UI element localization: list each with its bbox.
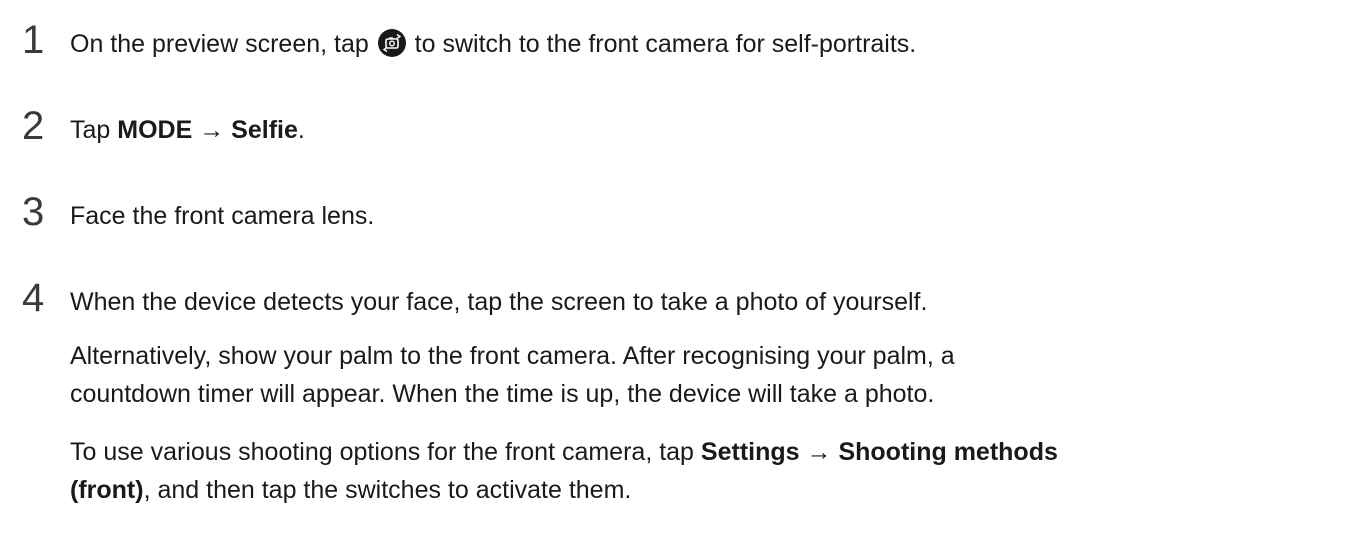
front-label: (front) — [70, 476, 144, 504]
paragraph-settings-line-2: (front), and then tap the switches to ac… — [70, 472, 631, 508]
step-text: When the device detects your face, tap t… — [70, 288, 928, 316]
paragraph-settings-line-1: To use various shooting options for the … — [70, 434, 1058, 470]
arrow: → — [192, 116, 232, 144]
manual-page: 1 On the preview screen, tap to switch t… — [0, 0, 1364, 556]
selfie-label: Selfie — [231, 116, 298, 144]
step-text: Face the front camera lens. — [70, 202, 375, 230]
step-number: 3 — [22, 190, 45, 234]
step-text-after-icon: to switch to the front camera for self-p… — [407, 30, 917, 58]
shooting-methods-label: Shooting methods — [838, 438, 1058, 466]
step-suffix: . — [297, 116, 305, 144]
arrow: → — [799, 438, 839, 466]
step-number: 1 — [22, 18, 45, 62]
settings-suffix: , and then tap the switches to activate … — [143, 476, 632, 504]
mode-label: MODE — [117, 116, 193, 144]
step-number: 2 — [22, 104, 45, 148]
step-text-before-icon: On the preview screen, tap — [70, 30, 376, 58]
step-text: Tap MODE → Selfie. — [70, 112, 305, 148]
step-prefix: Tap — [70, 116, 118, 144]
settings-label: Settings — [700, 438, 800, 466]
paragraph-alternative-line-2: countdown timer will appear. When the ti… — [70, 380, 935, 408]
paragraph-alternative-line-1: Alternatively, show your palm to the fro… — [70, 342, 955, 370]
step-text: On the preview screen, tap to switch to … — [70, 26, 916, 62]
step-number: 4 — [22, 276, 45, 320]
settings-prefix: To use various shooting options for the … — [70, 438, 701, 466]
switch-camera-icon — [377, 29, 406, 57]
